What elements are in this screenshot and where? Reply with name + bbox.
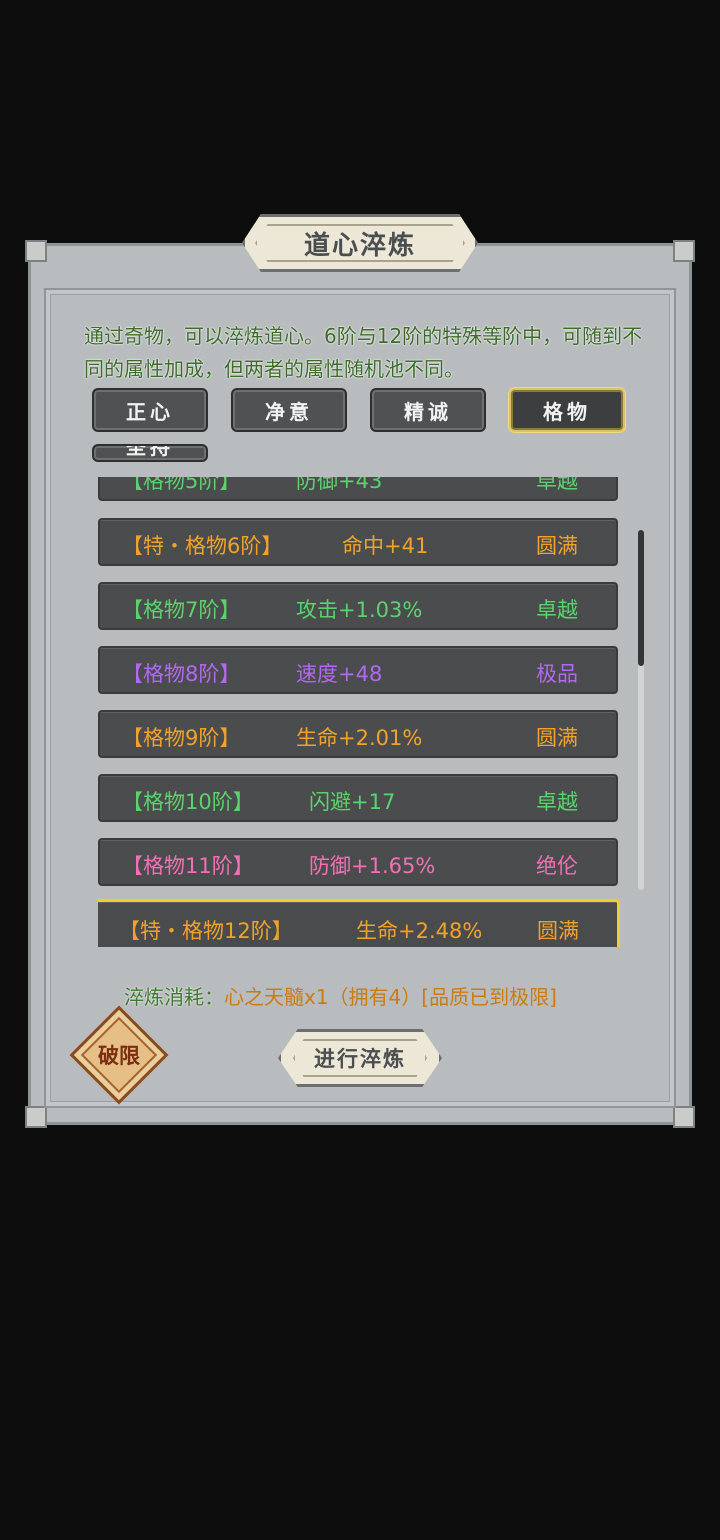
tab-jingcheng[interactable]: 精诚 [370, 388, 486, 432]
list-scrollbar[interactable] [638, 530, 644, 890]
cost-label: 淬炼消耗： [124, 985, 224, 1009]
tab-jingyi[interactable]: 净意 [231, 388, 347, 432]
corner-ornament [25, 1106, 47, 1128]
list-item[interactable]: 【格物7阶】 攻击+1.03% 卓越 [98, 582, 618, 630]
stage-list[interactable]: 【格物5阶】 防御+43 卓越 【特・格物6阶】 命中+41 圆满 【格物7阶】… [98, 477, 620, 947]
corner-ornament [673, 240, 695, 262]
tab-gewu[interactable]: 格物 [509, 388, 625, 432]
list-item[interactable]: 【特・格物6阶】 命中+41 圆满 [98, 518, 618, 566]
corner-ornament [25, 240, 47, 262]
scrollbar-thumb[interactable] [638, 530, 644, 666]
list-item-selected[interactable]: 【特・格物12阶】 生命+2.48% 圆满 [98, 899, 620, 947]
list-item[interactable]: 【格物5阶】 防御+43 卓越 [98, 477, 618, 501]
tab-shengchi[interactable]: 圣持 [92, 444, 208, 462]
cost-line: 淬炼消耗：心之天髓x1（拥有4）[品质已到极限] [124, 981, 557, 1010]
list-item[interactable]: 【格物9阶】 生命+2.01% 圆满 [98, 710, 618, 758]
cost-value: 心之天髓x1（拥有4）[品质已到极限] [224, 985, 557, 1009]
corner-ornament [673, 1106, 695, 1128]
list-item[interactable]: 【格物10阶】 闪避+17 卓越 [98, 774, 618, 822]
list-item[interactable]: 【格物11阶】 防御+1.65% 绝伦 [98, 838, 618, 886]
refine-button[interactable]: 进行淬炼 [278, 1029, 442, 1087]
tab-zhengxin[interactable]: 正心 [92, 388, 208, 432]
dialog-title: 道心淬炼 [303, 230, 416, 261]
break-limit-label[interactable]: 破限 [84, 1040, 154, 1070]
description-text: 通过奇物，可以淬炼道心。6阶与12阶的特殊等阶中，可随到不同的属性加成，但两者的… [84, 324, 643, 381]
title-plate: 道心淬炼 [242, 214, 478, 272]
refine-button-label: 进行淬炼 [314, 1046, 406, 1071]
list-item[interactable]: 【格物8阶】 速度+48 极品 [98, 646, 618, 694]
